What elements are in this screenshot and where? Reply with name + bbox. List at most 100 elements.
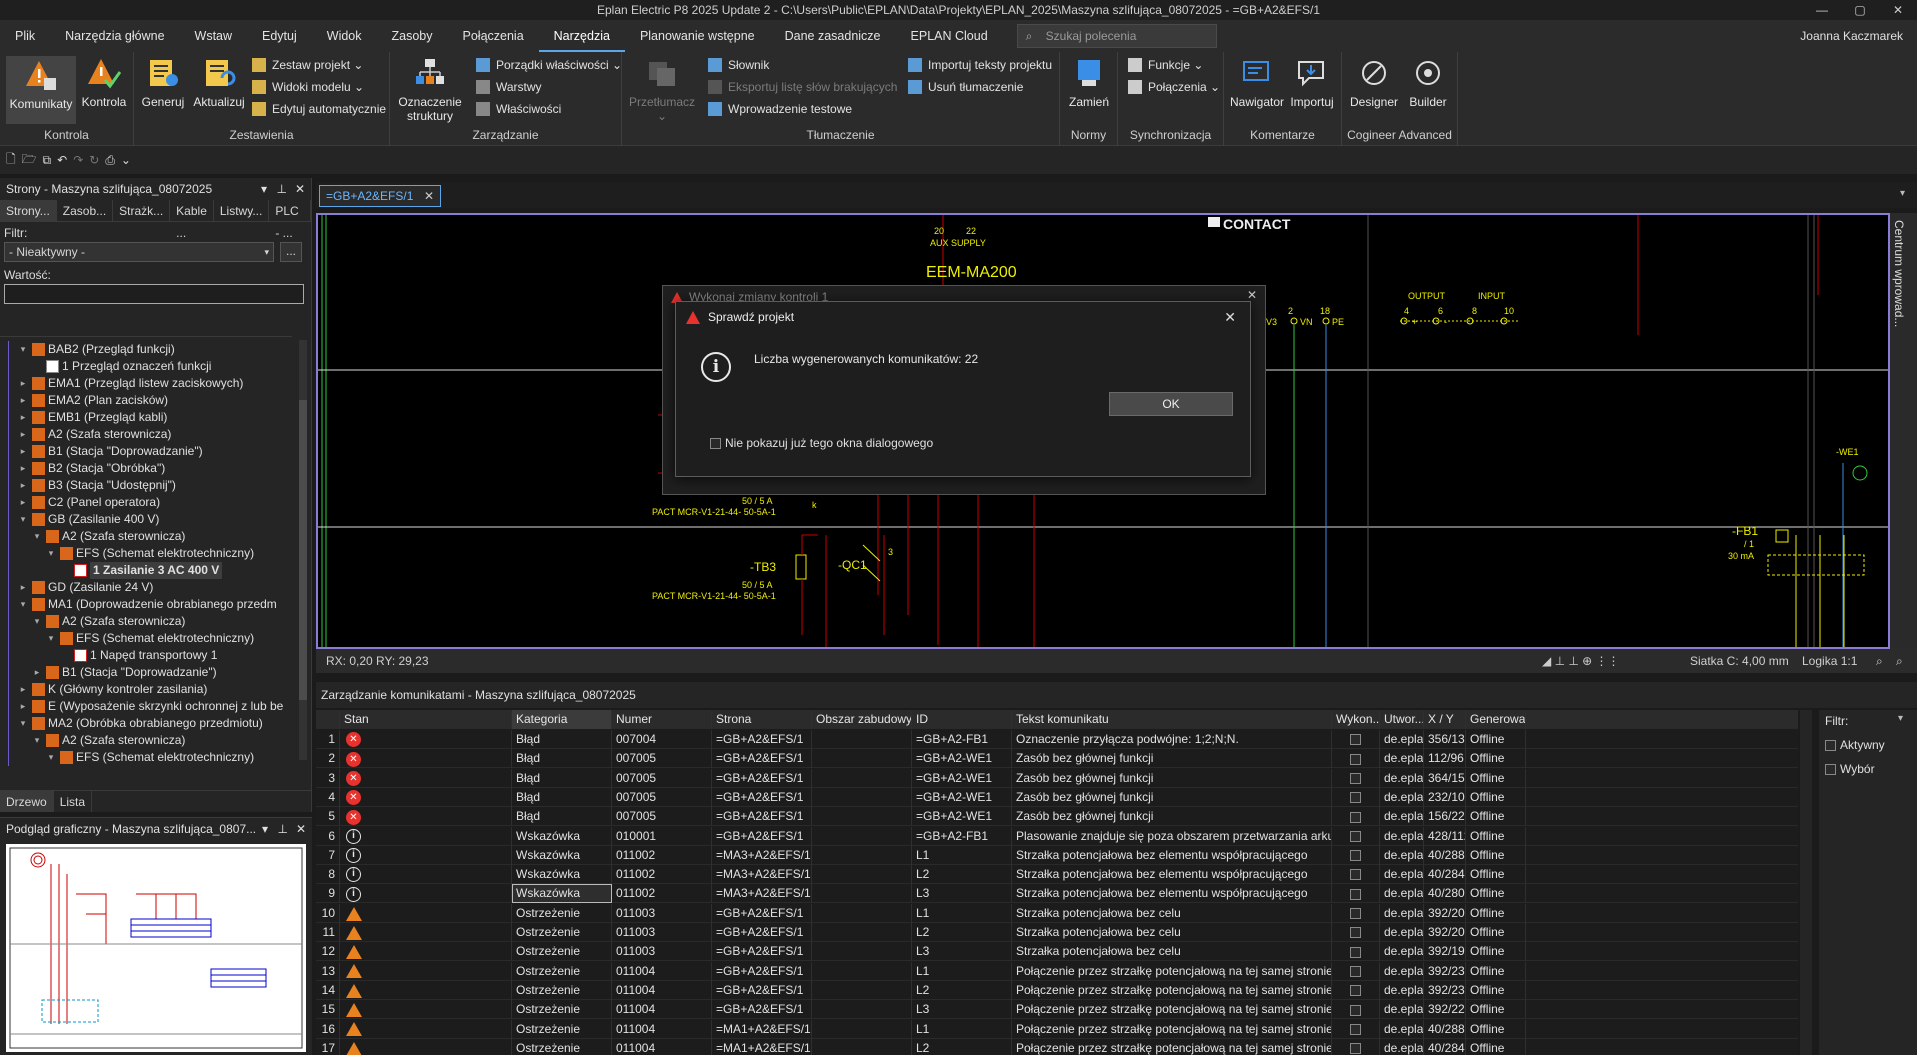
slownik-button[interactable]: Słownik bbox=[708, 56, 769, 74]
expand-icon[interactable]: ▸ bbox=[18, 392, 28, 409]
tree-item[interactable]: ▸ E (Wyposażenie skrzynki ochronnej z lub… bbox=[0, 698, 292, 715]
wlasciwosci-button[interactable]: Właściwości bbox=[476, 100, 561, 118]
menu-narzedzia-glowne[interactable]: Narzędzia główne bbox=[50, 20, 179, 52]
maximize-icon[interactable]: ▢ bbox=[1841, 0, 1879, 20]
menu-polaczenia[interactable]: Połączenia bbox=[448, 20, 539, 52]
close-panel-icon[interactable]: ✕ bbox=[296, 818, 306, 840]
tree-item[interactable]: ▸ GD (Zasilanie 24 V) bbox=[0, 579, 292, 596]
column-header-generated[interactable]: Generowa... bbox=[1466, 710, 1526, 729]
tab-kable[interactable]: Kable ... bbox=[170, 200, 214, 240]
column-header-created[interactable]: Utwor... bbox=[1380, 710, 1424, 729]
print-icon[interactable]: ⎙ bbox=[105, 153, 115, 168]
filter-more-button[interactable]: ... bbox=[280, 242, 302, 262]
tree-item[interactable]: ▸ K (Główny kontroler zasilania) bbox=[0, 681, 292, 698]
redo-icon[interactable]: ↷ bbox=[73, 153, 83, 167]
dialog-close-icon[interactable]: ✕ bbox=[1224, 302, 1236, 332]
done-checkbox[interactable] bbox=[1350, 965, 1361, 977]
tree-item[interactable]: ▸ EMA1 (Przegląd listew zaciskowych) bbox=[0, 375, 292, 392]
wybor-checkbox[interactable] bbox=[1825, 764, 1836, 776]
ok-button[interactable]: OK bbox=[1109, 392, 1233, 416]
table-row[interactable]: 2 ✕ Błąd 007005 =GB+A2&EFS/1 =GB+A2-WE1 Zasób … bbox=[316, 749, 1798, 769]
menu-wstaw[interactable]: Wstaw bbox=[180, 20, 248, 52]
funkcje-button[interactable]: Funkcje ⌄ bbox=[1128, 56, 1203, 74]
aktywny-checkbox[interactable] bbox=[1825, 740, 1836, 752]
zestaw-projekt-button[interactable]: Zestaw projekt ⌄ bbox=[252, 56, 363, 74]
minimize-icon[interactable]: — bbox=[1803, 0, 1841, 20]
done-checkbox[interactable] bbox=[1350, 850, 1361, 862]
expand-icon[interactable]: ▸ bbox=[18, 409, 28, 426]
tree-item[interactable]: 1 Przegląd oznaczeń funkcji bbox=[0, 358, 292, 375]
close-icon[interactable]: ✕ bbox=[1879, 0, 1917, 20]
collapse-icon[interactable]: ▾ bbox=[18, 715, 28, 732]
done-checkbox[interactable] bbox=[1350, 1043, 1361, 1055]
panel-menu-icon[interactable]: ▾ bbox=[261, 178, 267, 200]
aktualizuj-button[interactable]: Aktualizuj bbox=[188, 56, 250, 109]
designer-button[interactable]: Designer bbox=[1346, 56, 1402, 109]
column-header-text[interactable]: Tekst komunikatu bbox=[1012, 710, 1332, 729]
done-checkbox[interactable] bbox=[1350, 1004, 1361, 1016]
table-row[interactable]: 16 Ostrzeżenie 011004 =MA1+A2&EFS/1 L1 Połącz… bbox=[316, 1019, 1798, 1039]
close-panel-icon[interactable]: ✕ bbox=[295, 178, 305, 200]
collapse-icon[interactable]: ▾ bbox=[46, 749, 56, 766]
column-header-page[interactable]: Strona bbox=[712, 710, 812, 729]
table-row[interactable]: 13 Ostrzeżenie 011004 =GB+A2&EFS/1 L1 Połącze… bbox=[316, 961, 1798, 981]
tree-item[interactable]: ▸ EMB1 (Przegląd kabli) bbox=[0, 409, 292, 426]
repeat-icon[interactable]: ↻ bbox=[89, 153, 99, 167]
tab-overflow-icon[interactable]: ▾ bbox=[1900, 188, 1905, 199]
table-row[interactable]: 3 ✕ Błąd 007005 =GB+A2&EFS/1 =GB+A2-WE1 Zasób … bbox=[316, 768, 1798, 788]
table-row[interactable]: 5 ✕ Błąd 007005 =GB+A2&EFS/1 =GB+A2-WE1 Zasób … bbox=[316, 807, 1798, 827]
snap-icons[interactable]: ◢ ⊥ ⊥ ⊕ ⋮⋮ bbox=[1542, 649, 1620, 673]
tab-plc[interactable]: PLC - ... bbox=[269, 200, 311, 240]
tree-item[interactable]: ▾ EFS (Schemat elektrotechniczny) bbox=[0, 630, 292, 647]
przetlumacz-button[interactable]: Przetłumacz ⌄ bbox=[626, 56, 698, 123]
filter-panel-menu-icon[interactable]: ▾ bbox=[1898, 713, 1903, 724]
column-header-id[interactable]: ID bbox=[912, 710, 1012, 729]
column-header-number[interactable]: Numer bbox=[612, 710, 712, 729]
tree-item[interactable]: ▸ B2 (Stacja "Obróbka") bbox=[0, 460, 292, 477]
filter-select[interactable]: - Nieaktywny - ▾ bbox=[4, 242, 274, 262]
table-row[interactable]: 6 i Wskazówka 010001 =GB+A2&EFS/1 =GB+A2-FB1 P… bbox=[316, 826, 1798, 846]
done-checkbox[interactable] bbox=[1350, 908, 1361, 920]
expand-icon[interactable]: ▸ bbox=[18, 375, 28, 392]
customize-icon[interactable]: ⌄ bbox=[121, 153, 131, 167]
filter-wybor[interactable]: Wybór bbox=[1819, 754, 1917, 784]
tree-item[interactable]: ▾ A2 (Szafa sterownicza) bbox=[0, 528, 292, 545]
expand-icon[interactable]: ▸ bbox=[18, 579, 28, 596]
table-row[interactable]: 8 i Wskazówka 011002 =MA3+A2&EFS/1 L2 Strzałka… bbox=[316, 865, 1798, 885]
done-checkbox[interactable] bbox=[1350, 734, 1361, 746]
column-header-category[interactable]: Kategoria bbox=[512, 710, 612, 729]
collapse-icon[interactable]: ▾ bbox=[18, 596, 28, 613]
new-page-icon[interactable]: 🗋 bbox=[6, 150, 16, 171]
tab-listwy[interactable]: Listwy... bbox=[214, 200, 270, 221]
done-checkbox[interactable] bbox=[1350, 946, 1361, 958]
kontrola-button[interactable]: Kontrola bbox=[78, 56, 130, 109]
nawigator-button[interactable]: Nawigator bbox=[1228, 56, 1286, 109]
importuj-teksty-button[interactable]: Importuj teksty projektu bbox=[908, 56, 1052, 74]
collapse-icon[interactable]: ▾ bbox=[32, 528, 42, 545]
open-icon[interactable]: 🗁 bbox=[22, 150, 37, 171]
menu-eplan-cloud[interactable]: EPLAN Cloud bbox=[896, 20, 1003, 52]
done-checkbox[interactable] bbox=[1350, 753, 1361, 765]
expand-icon[interactable]: ▸ bbox=[18, 460, 28, 477]
table-row[interactable]: 17 Ostrzeżenie 011004 =MA1+A2&EFS/1 L2 Połącz… bbox=[316, 1038, 1798, 1055]
expand-icon[interactable]: ▸ bbox=[32, 664, 42, 681]
value-input[interactable] bbox=[4, 284, 304, 304]
table-row[interactable]: 14 Ostrzeżenie 011004 =GB+A2&EFS/1 L2 Połącze… bbox=[316, 980, 1798, 1000]
done-checkbox[interactable] bbox=[1350, 792, 1361, 804]
tree-item[interactable]: ▸ B1 (Stacja "Doprowadzanie") bbox=[0, 443, 292, 460]
importuj-komentarze-button[interactable]: Importuj bbox=[1286, 56, 1338, 109]
logic-scale[interactable]: Logika 1:1 bbox=[1802, 649, 1857, 673]
table-row[interactable]: 11 Ostrzeżenie 011003 =GB+A2&EFS/1 L2 Strzałk… bbox=[316, 923, 1798, 942]
collapse-icon[interactable]: ▾ bbox=[18, 511, 28, 528]
done-checkbox[interactable] bbox=[1350, 830, 1361, 842]
menu-dane-zasadnicze[interactable]: Dane zasadnicze bbox=[770, 20, 896, 52]
tree-item[interactable]: ▾ MA2 (Obróbka obrabianego przedmiotu) bbox=[0, 715, 292, 732]
tree-item[interactable]: 1 Napęd transportowy 1 bbox=[0, 647, 292, 664]
builder-button[interactable]: Builder bbox=[1402, 56, 1454, 109]
tree-scrollbar[interactable] bbox=[299, 340, 307, 760]
tree-item[interactable]: ▾ EFS (Schemat elektrotechniczny) bbox=[0, 749, 292, 766]
dont-show-checkbox-row[interactable]: Nie pokazuj już tego okna dialogowego bbox=[710, 436, 933, 450]
done-checkbox[interactable] bbox=[1350, 811, 1361, 823]
done-checkbox[interactable] bbox=[1350, 869, 1361, 881]
pin-icon[interactable]: ⊥ bbox=[277, 178, 287, 200]
